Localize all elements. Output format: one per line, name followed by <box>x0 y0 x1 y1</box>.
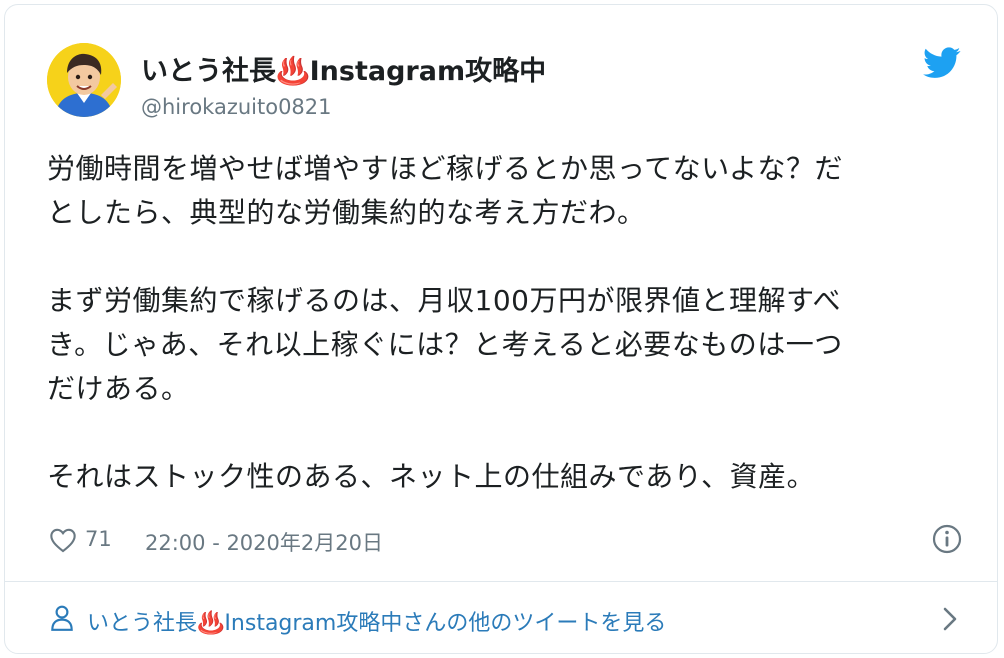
display-name-main: いとう社長 <box>141 56 276 87</box>
tweet-timestamp[interactable]: 22:00 - 2020年2月20日 <box>145 527 383 557</box>
twitter-bird-icon[interactable] <box>923 47 961 79</box>
more-tweets-prefix: いとう社長 <box>87 611 198 636</box>
display-name[interactable]: いとう社長♨️Instagram攻略中 <box>141 49 546 88</box>
divider <box>5 581 997 582</box>
embedded-tweet-card: いとう社長♨️Instagram攻略中 @hirokazuito0821 労働時… <box>4 4 998 654</box>
tweet-line: それはストック性のある、ネット上の仕組みであり、資産。 <box>47 460 816 493</box>
like-count[interactable]: 71 <box>85 527 112 551</box>
tweet-line: 労働時間を増やせば増やすほど稼げるとか思ってないよな？だ <box>47 152 844 185</box>
user-handle[interactable]: @hirokazuito0821 <box>141 95 332 119</box>
avatar[interactable] <box>47 43 121 117</box>
tweet-line: まず労働集約で稼げるのは、月収100万円が限界値と理解すべ <box>47 284 841 317</box>
hot-springs-emoji: ♨️ <box>197 611 225 636</box>
display-name-suffix: Instagram攻略中 <box>309 56 547 87</box>
avatar-illustration <box>47 43 121 117</box>
hot-springs-emoji: ♨️ <box>276 56 310 87</box>
tweet-line: だけある。 <box>47 372 190 405</box>
tweet-line: き。じゃあ、それ以上稼ぐには？と考えると必要なものは一つ <box>47 328 843 361</box>
info-circle-icon[interactable] <box>931 523 963 555</box>
more-tweets-suffix: Instagram攻略中さんの他のツイートを見る <box>224 611 667 636</box>
person-outline-icon <box>51 605 73 631</box>
more-tweets-link[interactable]: いとう社長♨️Instagram攻略中さんの他のツイートを見る <box>47 595 965 643</box>
more-tweets-label: いとう社長♨️Instagram攻略中さんの他のツイートを見る <box>87 605 666 637</box>
tweet-header: いとう社長♨️Instagram攻略中 @hirokazuito0821 <box>47 41 965 123</box>
tweet-line: としたら、典型的な労働集約的な考え方だわ。 <box>47 196 646 229</box>
tweet-meta: 71 22:00 - 2020年2月20日 <box>47 521 965 561</box>
tweet-text: 労働時間を増やせば増やすほど稼げるとか思ってないよな？だ としたら、典型的な労働… <box>47 147 957 499</box>
heart-outline-icon[interactable] <box>49 527 77 553</box>
chevron-right-icon <box>943 607 957 631</box>
